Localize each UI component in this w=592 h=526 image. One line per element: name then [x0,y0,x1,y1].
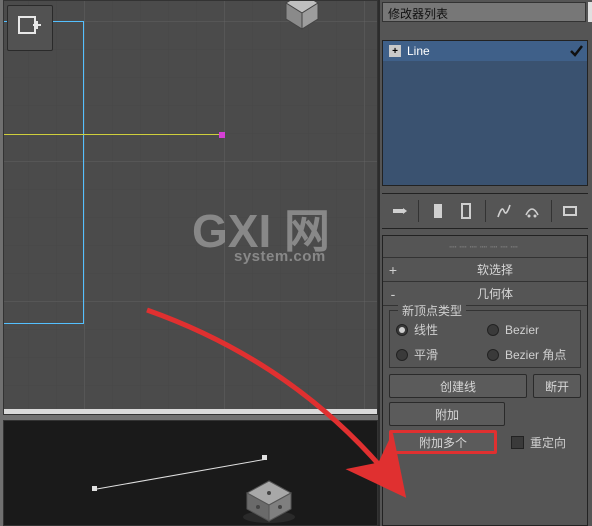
attach-multiple-button[interactable]: 附加多个 [389,430,497,454]
modifier-stack[interactable]: + Line [382,40,588,186]
break-button[interactable]: 断开 [533,374,581,398]
radio-linear[interactable]: 线性 [396,321,483,338]
radio-label: 平滑 [414,346,438,363]
stack-icon [431,203,445,219]
radio-icon [487,349,499,361]
checkbox-icon [511,436,524,449]
check-icon [569,44,583,58]
viewport-area: GXI 网 system.com [0,0,378,526]
radio-label: Bezier [505,323,539,337]
radio-bezier[interactable]: Bezier [487,321,574,338]
remove-modifier-button[interactable] [494,200,516,222]
radio-icon [487,324,499,336]
vertex-marker[interactable] [219,132,225,138]
radio-label: Bezier 角点 [505,346,566,363]
make-unique-button[interactable] [455,200,477,222]
radio-icon [396,324,408,336]
viewport-top[interactable]: GXI 网 system.com [3,0,378,415]
rollout-grip[interactable]: ┈┈┈┈┈┈┈ [383,236,587,258]
app-logo-icon [16,14,44,42]
create-line-button[interactable]: 创建线 [389,374,527,398]
modifier-item-line[interactable]: + Line [383,41,587,61]
vertex-a[interactable] [92,486,97,491]
minus-icon: - [383,286,403,302]
attach-button[interactable]: 附加 [389,402,505,426]
new-vertex-type-group: 新顶点类型 线性 Bezier 平滑 Bezier 角点 [389,310,581,368]
view-cube[interactable] [282,0,322,31]
curve-icon [496,203,512,219]
rollout-container: ┈┈┈┈┈┈┈ + 软选择 - 几何体 新顶点类型 线性 Bezier [382,235,588,526]
modifier-list-label: 修改器列表 [388,7,448,21]
vertex-b[interactable] [262,455,267,460]
pin-icon [391,203,407,219]
rollout-label: 几何体 [403,285,587,302]
configure-sets-button[interactable] [521,200,543,222]
viewport-divider [4,409,377,415]
checkbox-label: 重定向 [530,434,566,451]
curve2-icon [524,203,540,219]
modifier-list-dropdown[interactable]: 修改器列表 [382,2,586,22]
axis-line [4,134,222,135]
radio-smooth[interactable]: 平滑 [396,346,483,363]
radio-bezier-corner[interactable]: Bezier 角点 [487,346,574,363]
modifier-toolbar [382,193,588,229]
radio-icon [396,349,408,361]
rollout-soft-selection[interactable]: + 软选择 [383,258,587,282]
expand-icon[interactable]: + [389,45,401,57]
spline-shape[interactable] [4,21,84,324]
modify-panel: 修改器列表 + Line [378,0,592,526]
scene-cube[interactable] [239,479,299,524]
group-title: 新顶点类型 [398,302,466,319]
stack-hollow-icon [459,203,473,219]
pin-stack-button[interactable] [388,200,410,222]
configure-button[interactable] [560,200,582,222]
app-logo-button[interactable] [7,5,53,51]
rollout-label: 软选择 [403,261,587,278]
modifier-item-label: Line [407,44,430,58]
plus-icon: + [383,262,403,278]
dropdown-scrollbar[interactable] [588,2,592,22]
radio-label: 线性 [414,321,438,338]
show-result-button[interactable] [427,200,449,222]
configure-icon [562,203,580,219]
viewport-perspective[interactable] [3,420,378,526]
reorient-checkbox[interactable]: 重定向 [511,430,581,454]
